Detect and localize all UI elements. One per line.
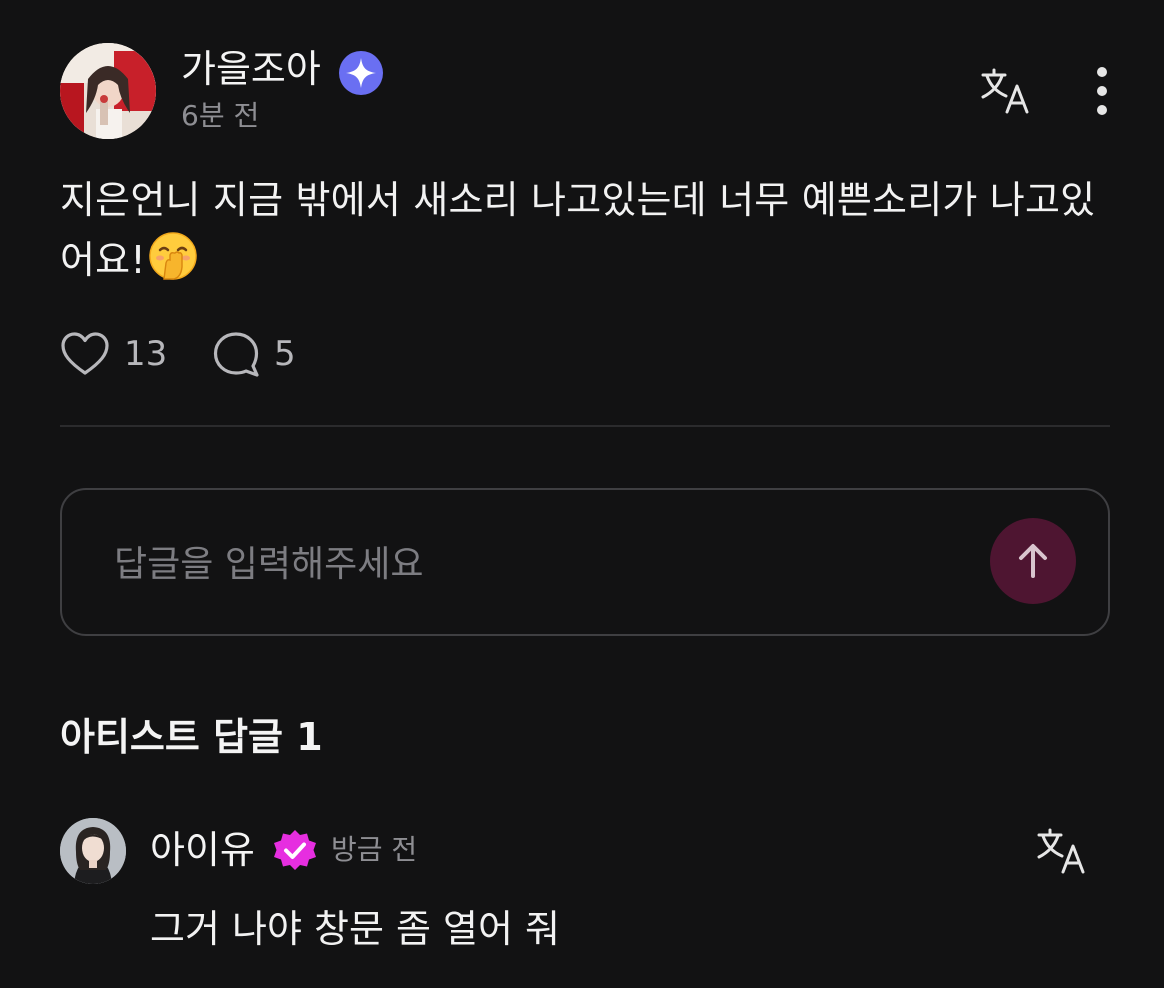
artist-name[interactable]: 아이유 — [150, 826, 255, 874]
artist-avatar[interactable] — [60, 818, 126, 884]
comment-button[interactable]: 5 — [212, 328, 296, 380]
like-button[interactable]: 13 — [60, 328, 167, 380]
translate-button[interactable] — [980, 66, 1032, 118]
reply-timestamp: 방금 전 — [331, 833, 418, 866]
translate-icon — [981, 68, 1029, 114]
heart-icon — [61, 332, 109, 375]
author-avatar[interactable] — [60, 43, 156, 139]
send-reply-button[interactable] — [990, 518, 1076, 604]
artist-replies-title: 아티스트 답글 1 — [60, 715, 323, 759]
post-detail-screen: 가을조아 6분 전 지은언니 지금 밖에서 새소리 나고있는데 너무 예쁜소리가… — [0, 0, 1164, 988]
checkmark-verified-icon — [274, 830, 316, 870]
reply-text: 그거 나야 창문 좀 열어 줘 — [150, 907, 560, 951]
comment-bubble-icon — [213, 332, 259, 377]
like-count: 13 — [124, 334, 168, 374]
more-vertical-icon — [1097, 67, 1107, 115]
post-timestamp: 6분 전 — [181, 99, 260, 132]
post-body: 지은언니 지금 밖에서 새소리 나고있는데 너무 예쁜소리가 나고있어요! — [60, 170, 1120, 290]
hand-over-mouth-emoji — [149, 232, 197, 280]
sparkle-verified-icon — [339, 51, 383, 95]
reply-translate-button[interactable] — [1036, 826, 1088, 878]
arrow-up-icon — [1019, 544, 1047, 578]
comment-count: 5 — [274, 334, 296, 374]
post-text: 지은언니 지금 밖에서 새소리 나고있는데 너무 예쁜소리가 나고있어요! — [60, 178, 1096, 282]
translate-icon — [1037, 828, 1085, 874]
divider — [60, 425, 1110, 427]
reply-input[interactable] — [112, 530, 936, 598]
author-name[interactable]: 가을조아 — [181, 46, 321, 92]
more-options-button[interactable] — [1088, 64, 1116, 120]
reply-composer — [60, 488, 1110, 636]
